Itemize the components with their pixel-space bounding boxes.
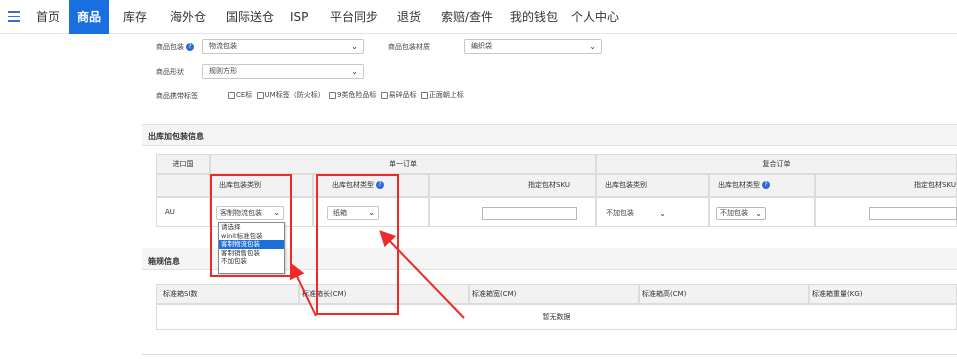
nav-personal-center[interactable]: 个人中心 (571, 0, 619, 34)
nav-products[interactable]: 商品 (69, 0, 110, 34)
combined-sku-input[interactable] (869, 207, 957, 220)
combined-sku-header: 指定包材SKU (815, 174, 957, 197)
top-navigation: 首页 商品 库存 海外仓 国际送仓 ISP 平台同步 退货 索赔/查件 我的钱包… (0, 0, 957, 34)
product-packaging-material-label: 商品包装材质 (388, 43, 430, 51)
country-header-spacer (156, 174, 210, 197)
tag-label-ce: CE标 (236, 91, 253, 99)
nav-claims[interactable]: 索赔/查件 (441, 0, 493, 34)
combined-pack-category-select[interactable]: 不加包装 ⌄ (602, 207, 670, 220)
bottom-divider (142, 354, 957, 355)
combined-order-header: 复合订单 (596, 154, 957, 174)
chevron-down-icon: ⌄ (351, 67, 358, 76)
nav-returns[interactable]: 退货 (397, 0, 421, 34)
outbound-section-header: 出库加包装信息 (142, 124, 957, 146)
country-cell: AU (156, 197, 210, 227)
tag-checkbox-fragile[interactable] (380, 91, 388, 99)
combined-pack-category-header: 出库包装类别 (596, 174, 709, 197)
annotation-box-material (316, 174, 399, 315)
product-tags-group: CE标 UM标签（防火标） 9类危险品标 易碎品标 正面朝上标 (226, 90, 464, 100)
annotation-box-category (210, 174, 292, 277)
tag-label-um: UM标签（防火标） (264, 91, 325, 99)
help-icon[interactable]: ? (762, 181, 770, 189)
nav-platform-sync[interactable]: 平台同步 (330, 0, 378, 34)
chevron-down-icon: ⌄ (659, 209, 666, 218)
product-shape-select[interactable]: 规则方形 ⌄ (202, 64, 364, 79)
nav-inventory[interactable]: 库存 (123, 0, 147, 34)
box-header-height: 标准箱高(CM) (639, 284, 809, 304)
box-header-width: 标准箱宽(CM) (469, 284, 639, 304)
product-packaging-select[interactable]: 物流包装 ⌄ (202, 39, 364, 54)
chevron-down-icon: ⌄ (589, 42, 596, 51)
single-order-header: 单一订单 (210, 154, 596, 174)
chevron-down-icon: ⌄ (351, 42, 358, 51)
tag-checkbox-um[interactable] (256, 91, 264, 99)
nav-wallet[interactable]: 我的钱包 (510, 0, 558, 34)
tag-checkbox-this-side-up[interactable] (420, 91, 428, 99)
nav-isp[interactable]: ISP (290, 0, 308, 34)
help-icon[interactable]: ? (186, 43, 194, 51)
tag-label-fragile: 易碎品标 (388, 91, 417, 99)
nav-international-delivery[interactable]: 国际送仓 (226, 0, 274, 34)
left-pane (0, 34, 142, 359)
nav-overseas-warehouse[interactable]: 海外仓 (170, 0, 206, 34)
product-packaging-material-select[interactable]: 编织袋 ⌄ (464, 39, 602, 54)
box-header-count: 标准箱SI数 (156, 284, 299, 304)
box-section-title: 箱规信息 (148, 257, 180, 266)
main-content: 商品包装? 物流包装 ⌄ 商品包装材质 编织袋 ⌄ 商品形状 规则方形 ⌄ 商品携带标… (142, 34, 957, 359)
combined-material-type-header: 出库包材类型? (709, 174, 815, 197)
box-empty-text: 暂无数据 (156, 304, 957, 330)
product-shape-label: 商品形状 (156, 68, 184, 76)
single-sku-header: 指定包材SKU (429, 174, 596, 197)
tag-label-this-side-up: 正面朝上标 (428, 91, 464, 99)
tag-label-class9: 9类危险品标 (336, 91, 377, 99)
single-sku-input[interactable] (482, 207, 577, 220)
outbound-section-title: 出库加包装信息 (148, 132, 204, 141)
product-tags-label: 商品携带标签 (156, 92, 198, 100)
tag-checkbox-ce[interactable] (228, 91, 235, 99)
product-packaging-label: 商品包装? (156, 42, 194, 52)
tag-checkbox-class9[interactable] (328, 91, 336, 99)
box-header-weight: 标准箱重量(KG) (809, 284, 957, 304)
nav-home[interactable]: 首页 (36, 0, 60, 34)
chevron-down-icon: ⌄ (755, 209, 762, 218)
combined-material-type-select[interactable]: 不加包装 ⌄ (716, 207, 766, 220)
hamburger-menu-icon[interactable] (8, 11, 20, 22)
country-header: 进口国 (156, 154, 210, 174)
